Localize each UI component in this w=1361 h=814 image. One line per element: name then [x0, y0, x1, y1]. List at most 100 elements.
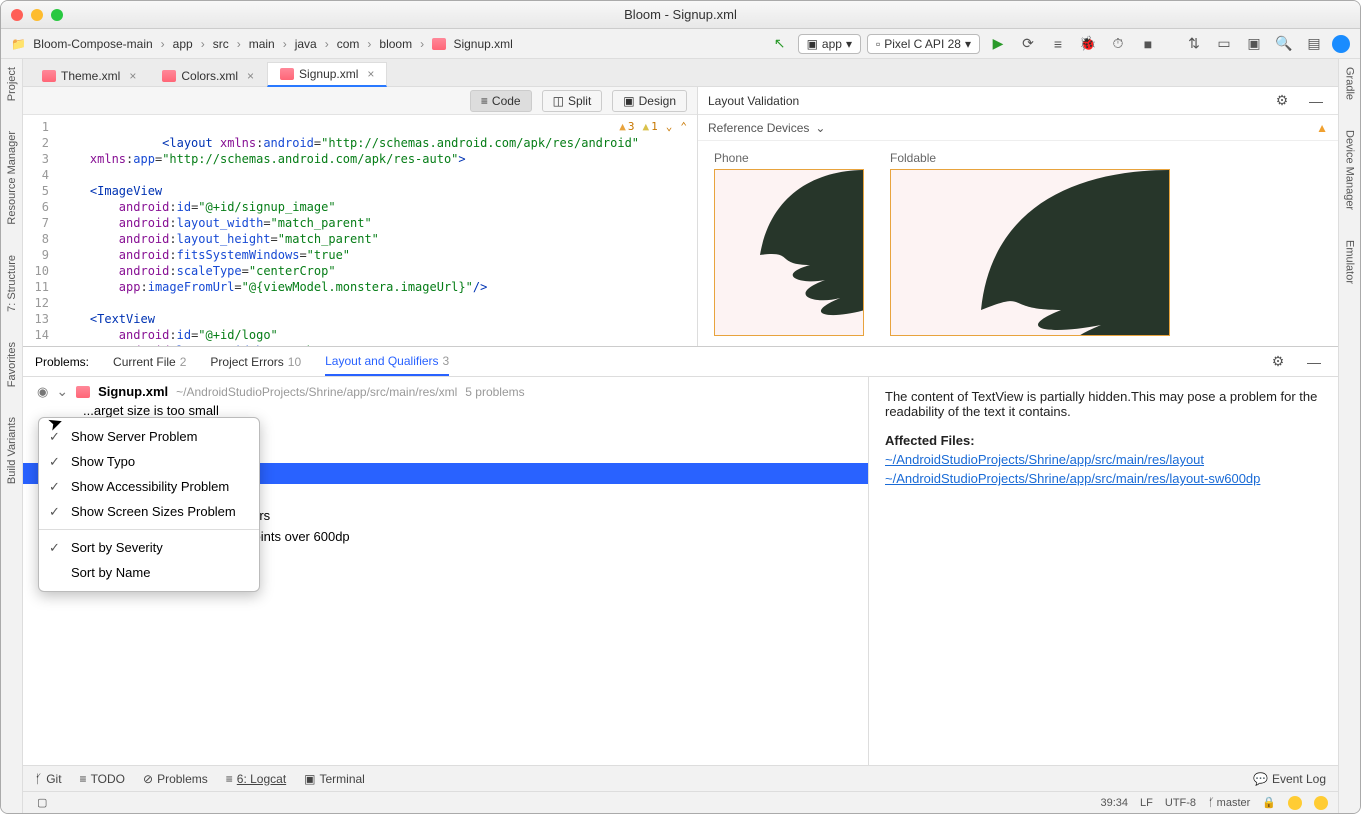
tool-event-log[interactable]: 💬 Event Log: [1253, 772, 1326, 786]
filter-context-menu[interactable]: Show Server Problem Show Typo Show Acces…: [38, 417, 260, 592]
rail-gradle[interactable]: Gradle: [1344, 67, 1356, 100]
tool-todo[interactable]: ≡ TODO: [80, 772, 125, 786]
menu-item[interactable]: Show Screen Sizes Problem: [39, 499, 259, 524]
device-label: Phone: [714, 151, 864, 165]
profile-icon[interactable]: ⏱: [1110, 36, 1126, 52]
device-label: Foldable: [890, 151, 1170, 165]
breadcrumb-item[interactable]: java: [295, 37, 317, 51]
close-icon[interactable]: ×: [247, 69, 254, 83]
window-controls[interactable]: [11, 9, 63, 21]
avd-icon[interactable]: ▭: [1216, 36, 1232, 52]
minimize-icon[interactable]: —: [1308, 93, 1324, 109]
problem-description: The content of TextView is partially hid…: [885, 389, 1322, 419]
status-indicator[interactable]: ▢: [37, 796, 47, 809]
close-icon[interactable]: ×: [367, 67, 374, 81]
device-phone[interactable]: Phone Bloom: [714, 151, 864, 336]
mode-code[interactable]: ≡ Code: [470, 90, 532, 112]
code-area[interactable]: 1234567891011121314 3 1 ⌄ ⌃ <layout xmln…: [23, 115, 697, 346]
inspection-widget[interactable]: 3 1 ⌄ ⌃: [619, 119, 687, 135]
face-happy-icon[interactable]: [1288, 796, 1302, 810]
minimize-icon[interactable]: —: [1306, 354, 1322, 370]
chevron-down-icon[interactable]: ⌄: [666, 119, 673, 135]
tool-git[interactable]: ᚶ Git: [35, 772, 62, 786]
gear-icon[interactable]: ⚙: [1270, 354, 1286, 370]
breadcrumb-item[interactable]: 📁 Bloom-Compose-main: [11, 37, 153, 51]
editor-tab[interactable]: Colors.xml×: [149, 64, 267, 87]
right-tool-rail: Gradle Device Manager Emulator: [1338, 59, 1360, 813]
editor-tab[interactable]: Signup.xml×: [267, 62, 387, 87]
sdk-icon[interactable]: ▣: [1246, 36, 1262, 52]
lock-icon[interactable]: [1262, 796, 1276, 809]
eye-icon[interactable]: [37, 384, 48, 400]
run-config-combo[interactable]: ▣ app ▾: [798, 34, 861, 54]
rail-project[interactable]: Project: [6, 67, 18, 101]
device-combo[interactable]: ▫ Pixel C API 28 ▾: [867, 34, 980, 54]
git-branch[interactable]: master: [1208, 797, 1250, 809]
file-encoding[interactable]: UTF-8: [1165, 797, 1196, 809]
breadcrumb-item[interactable]: bloom: [379, 37, 412, 51]
chevron-up-icon[interactable]: ⌃: [680, 119, 687, 135]
ide-window: Bloom - Signup.xml 📁 Bloom-Compose-main›…: [0, 0, 1361, 814]
leaf-image: [891, 170, 1170, 336]
affected-file-link[interactable]: ~/AndroidStudioProjects/Shrine/app/src/m…: [885, 452, 1322, 467]
stop-icon[interactable]: ■: [1140, 36, 1156, 52]
tab-project-errors[interactable]: Project Errors10: [210, 349, 301, 375]
rail-build-variants[interactable]: Build Variants: [6, 417, 18, 484]
menu-item[interactable]: Show Accessibility Problem: [39, 474, 259, 499]
problems-file-row[interactable]: Signup.xml ~/AndroidStudioProjects/Shrin…: [23, 383, 868, 400]
menu-item[interactable]: Sort by Severity: [39, 535, 259, 560]
layout-validation-pane: Layout Validation ⚙ — Reference Devices⌄ …: [698, 87, 1338, 346]
run-icon[interactable]: ▶: [990, 36, 1006, 52]
search-icon[interactable]: 🔍: [1276, 36, 1292, 52]
breadcrumb-item[interactable]: main: [249, 37, 275, 51]
face-meh-icon[interactable]: [1314, 796, 1328, 810]
xml-icon: [280, 68, 294, 80]
affected-file-link[interactable]: ~/AndroidStudioProjects/Shrine/app/src/m…: [885, 471, 1322, 486]
breadcrumb-item[interactable]: src: [213, 37, 229, 51]
line-separator[interactable]: LF: [1140, 797, 1153, 809]
rail-device-manager[interactable]: Device Manager: [1344, 130, 1356, 210]
breadcrumb-item[interactable]: com: [337, 37, 360, 51]
zoom-dot[interactable]: [51, 9, 63, 21]
rail-favorites[interactable]: Favorites: [6, 342, 18, 387]
menu-item[interactable]: Sort by Name: [39, 560, 259, 585]
breadcrumb-item[interactable]: app: [173, 37, 193, 51]
breadcrumb-item[interactable]: Signup.xml: [432, 37, 513, 51]
caret-position[interactable]: 39:34: [1101, 797, 1129, 809]
apply-changes-icon[interactable]: ⟳: [1020, 36, 1036, 52]
minimize-dot[interactable]: [31, 9, 43, 21]
build-icon[interactable]: ↖: [772, 36, 788, 52]
logo-text: Bloom: [715, 334, 863, 336]
debug-icon[interactable]: 🐞: [1080, 36, 1096, 52]
mode-split[interactable]: ◫ Split: [542, 90, 603, 112]
menu-item[interactable]: Show Server Problem: [39, 424, 259, 449]
tab-current-file[interactable]: Current File2: [113, 349, 186, 375]
rail-resource-manager[interactable]: Resource Manager: [6, 131, 18, 225]
tool-problems[interactable]: ⊘ Problems: [143, 772, 208, 786]
validation-header: Layout Validation ⚙ —: [698, 87, 1338, 115]
attach-icon[interactable]: ≡: [1050, 36, 1066, 52]
tab-layout-qualifiers[interactable]: Layout and Qualifiers3: [325, 348, 449, 376]
code-text[interactable]: 3 1 ⌄ ⌃ <layout xmlns:android="http://sc…: [55, 115, 697, 346]
account-avatar[interactable]: [1332, 35, 1350, 53]
warning-count: 3: [619, 119, 634, 135]
validation-title: Layout Validation: [708, 94, 799, 108]
close-dot[interactable]: [11, 9, 23, 21]
editor-tab[interactable]: Theme.xml×: [29, 64, 149, 87]
sync-icon[interactable]: ⇅: [1186, 36, 1202, 52]
settings-icon[interactable]: ▤: [1306, 36, 1322, 52]
mode-design[interactable]: ▣ Design: [612, 90, 687, 112]
rail-structure[interactable]: 7: Structure: [6, 255, 18, 312]
rail-emulator[interactable]: Emulator: [1344, 240, 1356, 284]
line-gutter: 1234567891011121314: [23, 115, 55, 346]
tool-logcat[interactable]: ≡ 6: Logcat: [226, 772, 286, 786]
reference-devices-bar[interactable]: Reference Devices⌄ ▲: [698, 115, 1338, 141]
tool-terminal[interactable]: ▣ Terminal: [304, 772, 365, 786]
menu-item[interactable]: Show Typo: [39, 449, 259, 474]
close-icon[interactable]: ×: [129, 69, 136, 83]
warning-icon[interactable]: ▲: [1316, 121, 1328, 135]
editor-mode-switch: ≡ Code ◫ Split ▣ Design: [23, 87, 697, 115]
device-foldable[interactable]: Foldable: [890, 151, 1170, 336]
chevron-down-icon[interactable]: [56, 383, 68, 400]
gear-icon[interactable]: ⚙: [1274, 93, 1290, 109]
